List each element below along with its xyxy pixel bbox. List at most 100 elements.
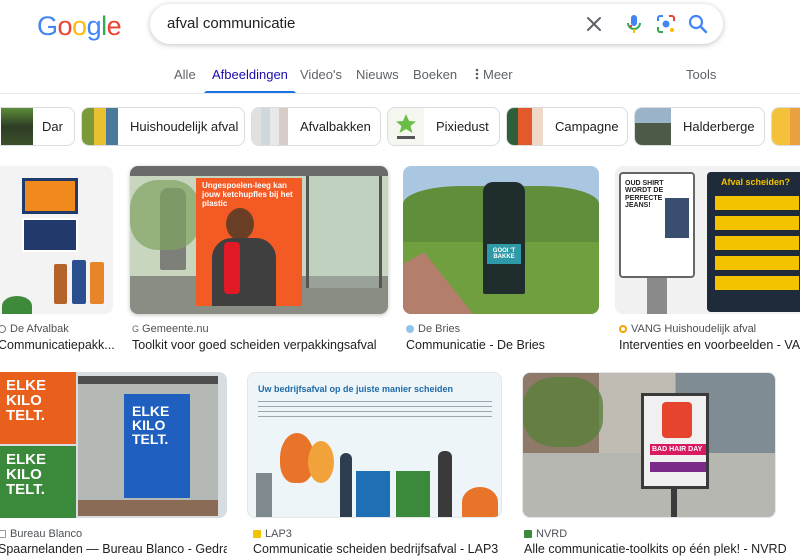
result-source: LAP3	[253, 528, 292, 540]
orange-plant	[462, 487, 498, 517]
source-label: Bureau Blanco	[10, 528, 83, 540]
result-image-afvalbak[interactable]	[0, 166, 113, 314]
result-title[interactable]: Communicatie scheiden bedrijfsafval - LA…	[253, 542, 502, 556]
tab-nieuws[interactable]: Nieuws	[356, 67, 399, 94]
source-label: VANG Huishoudelijk afval	[631, 323, 757, 335]
person-body	[212, 238, 276, 306]
trees	[130, 180, 200, 250]
chip-label: Afvalbakken	[300, 119, 371, 134]
result-source: NVRD	[524, 528, 567, 540]
chip-thumbnail	[1, 108, 33, 145]
bin-orange	[54, 264, 67, 304]
result-image-nvrd[interactable]: BAD HAIR DAY	[522, 372, 776, 518]
source-label: NVRD	[536, 528, 568, 540]
chip-thumbnail	[82, 108, 118, 145]
info-row-3	[715, 236, 799, 250]
grey-bin	[256, 473, 272, 517]
person-right	[438, 451, 452, 517]
google-logo[interactable]: Google	[37, 11, 122, 42]
glass-panel	[306, 176, 382, 288]
person-head	[226, 208, 254, 240]
poster-heading: Ungespoelen-leeg kan jouw ketchupfles bi…	[202, 181, 293, 208]
result-source: Bureau Blanco	[0, 528, 82, 540]
tools-button[interactable]: Tools	[686, 67, 716, 94]
tab-boeken[interactable]: Boeken	[413, 67, 457, 94]
result-image-gemeente[interactable]: Ungespoelen-leeg kan jouw ketchupfles bi…	[130, 166, 388, 314]
info-row-5	[715, 276, 799, 290]
favicon: G	[132, 324, 140, 334]
microphone-icon[interactable]	[622, 12, 646, 36]
result-title[interactable]: Communicatie - De Bries	[406, 338, 596, 352]
tab-afbeeldingen[interactable]: Afbeeldingen	[204, 67, 296, 94]
green-bin	[396, 471, 430, 517]
chip-halderberge[interactable]: Halderberge	[634, 107, 765, 146]
result-source: G Gemeente.nu	[132, 323, 209, 335]
shelter-poster-heading: ELKE KILO TELT.	[132, 403, 170, 447]
blue-poster	[22, 218, 78, 252]
chip-thumbnail	[388, 108, 424, 145]
shelter-roof	[78, 376, 218, 384]
bin-sticker: GOOI 'T BAKKE	[487, 244, 521, 264]
result-title[interactable]: Toolkit voor goed scheiden verpakkingsaf…	[132, 338, 382, 352]
chip-thumbnail	[772, 108, 800, 145]
source-label: De Afvalbak	[10, 323, 69, 335]
result-title[interactable]: Interventies en voorbeelden - VA...	[619, 338, 800, 352]
poster-heading: ELKE KILO TELT.	[6, 377, 47, 424]
result-image-bureau-blanco[interactable]: ELKE KILO TELT. ELKE KILO TELT. ELKE KIL…	[0, 372, 227, 518]
infographic-text	[258, 401, 492, 419]
billboard-bar	[650, 462, 706, 472]
chip-dar[interactable]: Dar	[0, 107, 75, 146]
shelter-poster: ELKE KILO TELT.	[124, 394, 190, 498]
result-title[interactable]: Spaarnelanden — Bureau Blanco - Gedra...	[0, 542, 227, 556]
result-image-debries[interactable]: GOOI 'T BAKKE	[403, 166, 599, 314]
star-icon	[396, 114, 416, 139]
info-row-1	[715, 196, 799, 210]
favicon	[406, 325, 414, 334]
person-left	[340, 453, 352, 517]
result-source: VANG Huishoudelijk afval	[619, 323, 756, 335]
info-row-2	[715, 216, 799, 230]
tab-meer-label: Meer	[483, 67, 513, 82]
chip-pixiedust[interactable]: Pixiedust	[387, 107, 500, 146]
tabs-divider	[0, 93, 800, 94]
tab-videos[interactable]: Video's	[300, 67, 342, 94]
source-label: LAP3	[265, 528, 292, 540]
chip-thumbnail	[252, 108, 288, 145]
chip-label: Huishoudelijk afval	[130, 119, 239, 134]
search-input[interactable]: afval communicatie	[167, 15, 295, 32]
green-poster-top: ELKE KILO TELT.	[0, 372, 76, 444]
result-image-vang[interactable]: OUD SHIRT WORDT DE PERFECTE JEANS! Afval…	[615, 166, 800, 314]
sign-board: OUD SHIRT WORDT DE PERFECTE JEANS!	[619, 172, 695, 278]
close-icon[interactable]	[582, 12, 606, 36]
search-icon[interactable]	[686, 12, 710, 36]
chip-campagne[interactable]: Campagne	[506, 107, 628, 146]
search-tabs: Alle Afbeeldingen Video's Nieuws Boeken …	[0, 67, 800, 94]
orange-poster	[22, 178, 78, 214]
favicon	[0, 325, 6, 334]
result-title[interactable]: Communicatiepakk...	[0, 338, 116, 352]
result-image-lap3[interactable]: Uw bedrijfsafval op de juiste manier sch…	[247, 372, 502, 518]
source-label: Gemeente.nu	[142, 323, 209, 335]
info-row-4	[715, 256, 799, 270]
favicon	[253, 530, 261, 539]
orange-tree-2	[308, 441, 334, 483]
favicon	[524, 530, 532, 539]
tab-meer[interactable]: Meer	[474, 67, 513, 94]
chip-label: Pixiedust	[436, 119, 489, 134]
chip-label: Campagne	[555, 119, 619, 134]
chip-label: Dar	[42, 119, 63, 134]
plant-leaf	[2, 296, 32, 314]
bin-orange-2	[90, 262, 104, 304]
chip-label: Halderberge	[683, 119, 755, 134]
blue-bin	[356, 471, 390, 517]
chip-afvalbakken[interactable]: Afvalbakken	[251, 107, 381, 146]
search-box[interactable]: afval communicatie	[150, 4, 723, 44]
result-title[interactable]: Alle communicatie-toolkits op één plek! …	[524, 542, 786, 556]
chip-huishoudelijk-afval[interactable]: Huishoudelijk afval	[81, 107, 245, 146]
tab-alle[interactable]: Alle	[174, 67, 196, 94]
camera-lens-icon[interactable]	[654, 12, 678, 36]
sign-pole	[647, 278, 667, 314]
green-poster-bottom: ELKE KILO TELT.	[0, 446, 76, 518]
source-label: De Bries	[418, 323, 461, 335]
chip-more[interactable]	[771, 107, 800, 146]
